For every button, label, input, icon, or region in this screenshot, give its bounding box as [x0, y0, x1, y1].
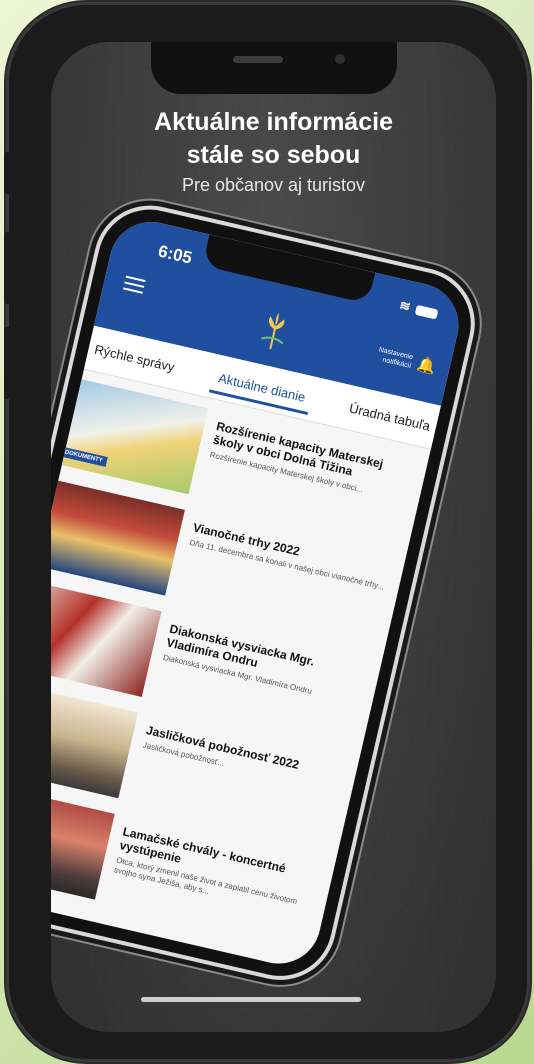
speaker-grille [233, 56, 283, 63]
app-screen: 6:05 ≋ Nastavenie notifikácií 🔔 Rýchle s… [51, 213, 467, 972]
side-volume-down-button [4, 327, 12, 399]
promo-headline: Aktuálne informácie stále so sebou Pre o… [51, 106, 496, 196]
home-indicator[interactable] [141, 997, 361, 1002]
tab-quick-news[interactable]: Rýchle správy [87, 340, 182, 376]
news-thumbnail [51, 782, 115, 900]
subheadline: Pre občanov aj turistov [181, 175, 366, 195]
headline-line-1: Aktuálne informácie [154, 108, 393, 136]
documents-badge: DOKUMENTY [59, 446, 108, 467]
news-thumbnail [51, 579, 162, 697]
tab-official-board[interactable]: Úradná tabuľa [342, 399, 438, 435]
news-thumbnail [51, 681, 139, 799]
news-thumbnail: DOKUMENTY [52, 377, 209, 495]
news-thumbnail [51, 478, 185, 596]
status-time: 6:05 [156, 241, 194, 268]
headline-line-2: stále so sebou [186, 141, 361, 169]
inner-phone-mockup: 6:05 ≋ Nastavenie notifikácií 🔔 Rýchle s… [51, 199, 482, 987]
bell-icon[interactable]: 🔔 [415, 355, 437, 377]
inner-notch [202, 234, 376, 304]
outer-notch [151, 42, 397, 94]
outer-phone-frame: Aktuálne informácie stále so sebou Pre o… [4, 2, 530, 1062]
front-camera-icon [335, 54, 345, 64]
village-logo-icon [261, 312, 285, 350]
news-list: DOKUMENTY Rozšírenie kapacity Materskej … [51, 377, 428, 966]
side-mute-button [4, 152, 12, 194]
tab-current-events[interactable]: Aktuálne dianie [209, 368, 313, 415]
outer-screen: Aktuálne informácie stále so sebou Pre o… [51, 42, 496, 1032]
hamburger-menu-icon[interactable] [122, 272, 146, 298]
side-volume-up-button [4, 232, 12, 304]
notification-settings-label[interactable]: Nastavenie notifikácií [376, 346, 414, 371]
battery-icon [414, 304, 439, 320]
status-icons: ≋ [398, 297, 440, 321]
wifi-icon: ≋ [398, 297, 413, 315]
